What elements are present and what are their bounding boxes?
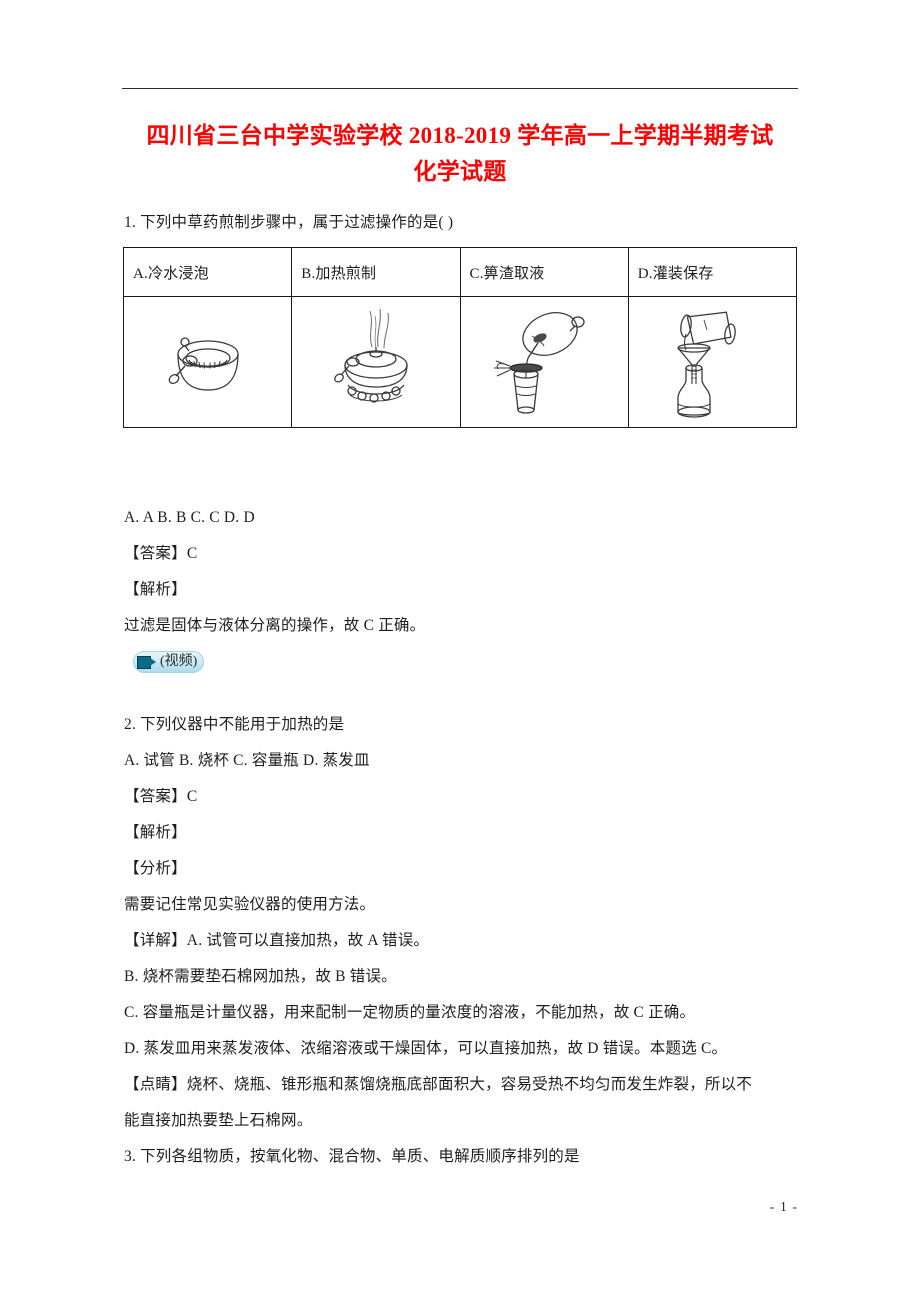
table-header-b: B.加热煎制 bbox=[291, 247, 461, 297]
table-header-c: C.箅渣取液 bbox=[459, 247, 629, 297]
question-2-detail-b: B. 烧杯需要垫石棉网加热，故 B 错误。 bbox=[124, 968, 397, 985]
question-2-answer: 【答案】C bbox=[124, 788, 806, 805]
question-1-answer: 【答案】C bbox=[124, 545, 806, 562]
cell-illustration-d bbox=[627, 296, 798, 428]
title-line-2: 化学试题 bbox=[413, 159, 507, 184]
answer-value: C bbox=[186, 788, 198, 805]
answer-value: C bbox=[186, 545, 198, 562]
pot-soaking-icon bbox=[124, 314, 291, 410]
question-2-dianjing-line-2: 能直接加热要垫上石棉网。 bbox=[124, 1112, 313, 1129]
title-line-1: 四川省三台中学实验学校 2018-2019 学年高一上学期半期考试 bbox=[146, 123, 774, 148]
page-title: 四川省三台中学实验学校 2018-2019 学年高一上学期半期考试 化学试题 bbox=[122, 118, 798, 190]
table-row-illustrations bbox=[122, 296, 798, 428]
answer-label: 【答案】 bbox=[124, 788, 187, 805]
question-2-analysis-label: 【解析】 bbox=[124, 824, 187, 841]
video-badge-label: (视频) bbox=[160, 654, 198, 669]
video-badge[interactable]: (视频) bbox=[133, 651, 205, 673]
page-number: - 1 - bbox=[769, 1200, 798, 1215]
question-2-fenxi-text: 需要记住常见实验仪器的使用方法。 bbox=[124, 896, 376, 913]
cell-illustration-c bbox=[459, 296, 629, 428]
header-divider bbox=[122, 88, 798, 89]
camcorder-icon bbox=[137, 655, 157, 669]
table-header-a: A.冷水浸泡 bbox=[122, 247, 293, 297]
question-1-options: A. A B. B C. C D. D bbox=[124, 509, 255, 526]
cell-illustration-b bbox=[291, 296, 461, 428]
funnel-bottling-icon bbox=[629, 304, 796, 420]
question-1-analysis-label: 【解析】 bbox=[124, 581, 187, 598]
question-2-detail-a: 【详解】A. 试管可以直接加热，故 A 错误。 bbox=[124, 932, 430, 949]
table-header-d: D.灌装保存 bbox=[627, 247, 798, 297]
cell-illustration-a bbox=[122, 296, 293, 428]
pouring-through-strainer-icon bbox=[461, 306, 628, 418]
question-1-options-table: A.冷水浸泡 B.加热煎制 C.箅渣取液 D.灌装保存 bbox=[122, 247, 798, 428]
table-row-headers: A.冷水浸泡 B.加热煎制 C.箅渣取液 D.灌装保存 bbox=[122, 247, 798, 297]
question-2-dianjing-line-1: 【点睛】烧杯、烧瓶、锥形瓶和蒸馏烧瓶底部面积大，容易受热不均匀而发生炸裂，所以不 bbox=[124, 1076, 753, 1093]
question-2-options: A. 试管 B. 烧杯 C. 容量瓶 D. 蒸发皿 bbox=[124, 752, 370, 769]
question-2-detail-d: D. 蒸发皿用来蒸发液体、浓缩溶液或干燥固体，可以直接加热，故 D 错误。本题选… bbox=[124, 1040, 728, 1057]
question-2-stem: 2. 下列仪器中不能用于加热的是 bbox=[124, 716, 345, 733]
question-3-stem: 3. 下列各组物质，按氧化物、混合物、单质、电解质顺序排列的是 bbox=[124, 1148, 580, 1165]
document-page: 四川省三台中学实验学校 2018-2019 学年高一上学期半期考试 化学试题 1… bbox=[0, 0, 920, 1302]
question-1-stem: 1. 下列中草药煎制步骤中，属于过滤操作的是( ) bbox=[124, 214, 454, 231]
pot-heating-icon bbox=[292, 307, 459, 417]
question-1-analysis-text: 过滤是固体与液体分离的操作，故 C 正确。 bbox=[124, 617, 426, 634]
answer-label: 【答案】 bbox=[124, 545, 187, 562]
question-2-detail-c: C. 容量瓶是计量仪器，用来配制一定物质的量浓度的溶液，不能加热，故 C 正确。 bbox=[124, 1004, 696, 1021]
question-2-fenxi-label: 【分析】 bbox=[124, 860, 187, 877]
